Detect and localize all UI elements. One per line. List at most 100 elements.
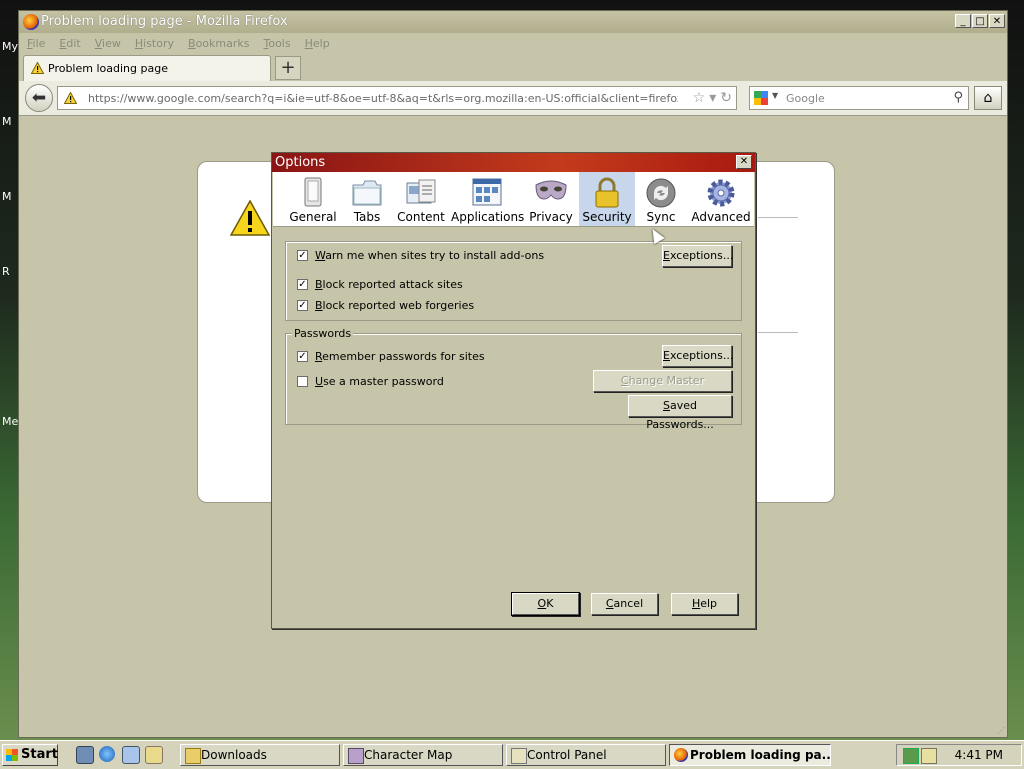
warning-icon (30, 61, 45, 77)
warning-icon (229, 199, 271, 239)
block-attack-sites-label[interactable]: Block reported attack sites (315, 278, 463, 291)
saved-passwords-button[interactable]: Saved Passwords... (628, 395, 732, 431)
remember-passwords-checkbox[interactable]: ✓ (297, 351, 308, 362)
tabs-icon (351, 177, 383, 210)
dialog-close-button[interactable]: ✕ (736, 155, 752, 169)
tab-label: Problem loading page (48, 62, 168, 75)
menu-history[interactable]: History (135, 35, 174, 53)
internet-explorer-icon[interactable] (99, 746, 115, 762)
reload-icon[interactable]: ↻ (720, 90, 732, 106)
task-label: Problem loading pa... (690, 748, 831, 762)
bookmark-star-icon[interactable]: ☆ (693, 90, 706, 106)
url-bar[interactable]: https://www.google.com/search?q=i&ie=utf… (57, 86, 737, 110)
remember-passwords-label[interactable]: Remember passwords for sites (315, 350, 485, 363)
pane-sync[interactable]: Sync (635, 172, 687, 226)
search-placeholder: Google (786, 92, 825, 105)
warning-icon (63, 91, 78, 107)
desktop-icon-label[interactable]: My (2, 40, 18, 53)
desktop-icon-label[interactable]: M (2, 115, 12, 128)
outlook-express-icon[interactable] (122, 746, 140, 764)
pane-label: Advanced (691, 210, 751, 224)
navigation-toolbar: ⬅ https://www.google.com/search?q=i&ie=u… (19, 81, 1007, 116)
padlock-icon (593, 177, 621, 212)
menu-edit[interactable]: Edit (59, 35, 80, 53)
menubar: File Edit View History Bookmarks Tools H… (27, 35, 330, 53)
show-desktop-icon[interactable] (76, 746, 94, 764)
pane-label: Security (582, 210, 632, 224)
url-text[interactable]: https://www.google.com/search?q=i&ie=utf… (88, 92, 678, 105)
divider (758, 332, 798, 333)
task-control-panel[interactable]: Control Panel (506, 744, 666, 766)
general-icon (302, 177, 324, 210)
desktop-icon-label[interactable]: R (2, 265, 10, 278)
search-icon[interactable]: ⚲ (953, 90, 963, 105)
pane-content[interactable]: Content (393, 172, 449, 226)
pane-general[interactable]: General (285, 172, 341, 226)
start-button[interactable]: Start (2, 744, 58, 766)
dialog-titlebar[interactable]: Options ✕ (272, 153, 755, 172)
pane-security[interactable]: Security (579, 172, 635, 226)
tab-problem-loading[interactable]: Problem loading page (23, 55, 271, 81)
task-label: Character Map (364, 748, 453, 762)
privacy-mask-icon (534, 177, 568, 210)
options-dialog: Options ✕ General Tabs Content Applicati… (271, 152, 756, 629)
close-button[interactable]: ✕ (989, 14, 1005, 28)
network-icon[interactable] (903, 748, 919, 764)
help-button[interactable]: Help (671, 593, 738, 615)
preference-pane-selector: General Tabs Content Applications Privac… (273, 172, 754, 227)
addons-exceptions-button[interactable]: Exceptions... (662, 245, 733, 267)
task-downloads[interactable]: Downloads (180, 744, 340, 766)
tray-app-icon[interactable] (921, 748, 937, 764)
menu-view[interactable]: View (95, 35, 121, 53)
start-label: Start (21, 747, 58, 762)
cancel-button[interactable]: Cancel (591, 593, 658, 615)
window-titlebar[interactable]: Problem loading page - Mozilla Firefox _… (19, 11, 1007, 33)
search-bar[interactable]: ▼ Google ⚲ (749, 86, 969, 110)
pane-advanced[interactable]: Advanced (691, 172, 751, 226)
warn-addons-label[interactable]: Warn me when sites try to install add-on… (315, 249, 544, 262)
passwords-group: Passwords ✓ Remember passwords for sites… (285, 327, 742, 431)
block-forgeries-label[interactable]: Block reported web forgeries (315, 299, 474, 312)
change-master-password-button[interactable]: Change Master Password... (593, 370, 732, 406)
menu-help[interactable]: Help (305, 35, 330, 53)
ok-button[interactable]: OK (512, 593, 579, 615)
menu-tools[interactable]: Tools (263, 35, 290, 53)
home-button[interactable]: ⌂ (974, 86, 1002, 110)
tab-strip: Problem loading page + (23, 55, 1003, 81)
task-label: Downloads (201, 748, 267, 762)
engine-dropdown-icon[interactable]: ▼ (772, 91, 778, 100)
new-tab-button[interactable]: + (275, 56, 301, 80)
menu-bookmarks[interactable]: Bookmarks (188, 35, 249, 53)
maximize-button[interactable]: □ (972, 14, 988, 28)
block-forgeries-checkbox[interactable]: ✓ (297, 300, 308, 311)
dropdown-arrow-icon[interactable]: ▾ (709, 90, 716, 106)
window-title: Problem loading page - Mozilla Firefox (41, 14, 288, 29)
pane-tabs[interactable]: Tabs (339, 172, 395, 226)
pane-applications[interactable]: Applications (451, 172, 525, 226)
warn-addons-checkbox[interactable]: ✓ (297, 250, 308, 261)
content-icon (405, 177, 437, 210)
character-map-icon (348, 748, 364, 764)
pane-label: Applications (451, 210, 525, 224)
back-arrow-icon: ⬅ (31, 88, 47, 108)
master-password-label[interactable]: Use a master password (315, 375, 444, 388)
task-character-map[interactable]: Character Map (343, 744, 503, 766)
clock[interactable]: 4:41 PM (955, 748, 1003, 762)
minimize-button[interactable]: _ (955, 14, 971, 28)
desktop-icon-label[interactable]: M (2, 190, 12, 203)
pane-label: Tabs (353, 210, 381, 224)
resize-grip-icon[interactable]: ⋰ (997, 726, 1005, 735)
passwords-group-title: Passwords (292, 327, 354, 340)
back-button[interactable]: ⬅ (25, 84, 53, 112)
google-engine-icon[interactable] (754, 91, 768, 105)
password-exceptions-button[interactable]: Exceptions... (662, 345, 733, 367)
menu-file[interactable]: File (27, 35, 45, 53)
applications-icon (471, 177, 503, 210)
pane-privacy[interactable]: Privacy (525, 172, 577, 226)
desktop-icon-label[interactable]: Me (2, 415, 18, 428)
block-attack-sites-checkbox[interactable]: ✓ (297, 279, 308, 290)
task-firefox[interactable]: Problem loading pa... (669, 744, 831, 766)
system-tray: 4:41 PM (896, 744, 1022, 766)
quick-launch-icon[interactable] (145, 746, 163, 764)
master-password-checkbox[interactable] (297, 376, 308, 387)
